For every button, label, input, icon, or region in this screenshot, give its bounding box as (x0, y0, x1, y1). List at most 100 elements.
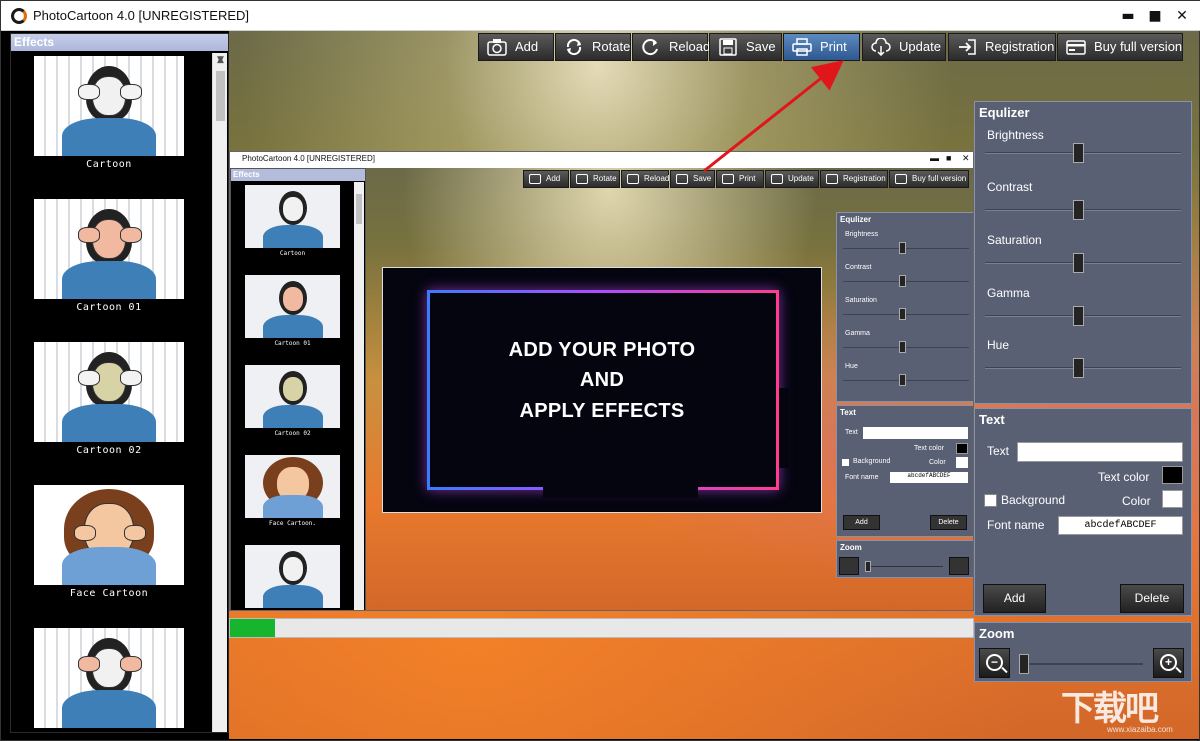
background-label: Background (1001, 493, 1066, 507)
effect-item-face-cartoon[interactable]: Face Cartoon (34, 485, 184, 599)
update-button[interactable]: Update (862, 33, 946, 61)
update-label: Update (899, 39, 941, 54)
registration-label: Registration (985, 39, 1055, 54)
effect-label: Cartoon 02 (76, 445, 142, 456)
print-button[interactable]: Print (783, 33, 860, 61)
save-button[interactable]: Save (709, 33, 782, 61)
rotate-icon (566, 38, 582, 56)
inner-minimize-icon: ▬ (930, 153, 939, 163)
app-window: PhotoCartoon 4.0 [UNREGISTERED] ▬ ■ ✕ Ef… (0, 0, 1200, 741)
credit-card-icon (1066, 40, 1086, 55)
effect-label: Cartoon (86, 159, 132, 170)
window-title: PhotoCartoon 4.0 [UNREGISTERED] (33, 8, 250, 23)
maximize-button[interactable]: ■ (1143, 6, 1167, 26)
background-color-swatch[interactable] (1162, 490, 1183, 508)
preview-image: ADD YOUR PHOTO AND APPLY EFFECTS (382, 267, 822, 513)
effect-thumbnail (34, 628, 184, 728)
add-button[interactable]: Add (478, 33, 554, 61)
text-input[interactable] (1017, 442, 1183, 462)
scroll-thumb[interactable] (216, 71, 225, 121)
contrast-label: Contrast (987, 180, 1033, 194)
text-field-label: Text (987, 444, 1010, 458)
font-name-field[interactable]: abcdefABCDEF (1058, 516, 1183, 535)
save-label: Save (746, 39, 776, 54)
hue-knob[interactable] (1073, 358, 1084, 378)
close-button[interactable]: ✕ (1170, 6, 1194, 26)
background-checkbox[interactable] (984, 494, 997, 507)
inner-thumb (245, 545, 340, 608)
reload-button[interactable]: Reload (632, 33, 710, 61)
inner-reload-button: Reload (621, 170, 669, 188)
watermark-url: www.xiazaiba.com (1107, 725, 1173, 734)
effect-label: Face Cartoon (69, 588, 149, 599)
gamma-label: Gamma (987, 286, 1030, 300)
text-panel-title: Text (979, 412, 1005, 427)
hue-label: Hue (987, 338, 1010, 352)
effect-thumbnail (34, 199, 184, 299)
effect-item-cartoon-02[interactable]: Cartoon 02 (34, 342, 184, 456)
contrast-knob[interactable] (1073, 200, 1084, 220)
gamma-knob[interactable] (1073, 306, 1084, 326)
effects-header: Effects (11, 34, 228, 51)
inner-close-icon: ✕ (962, 153, 970, 163)
brightness-knob[interactable] (1073, 143, 1084, 163)
zoom-out-button[interactable]: − (979, 648, 1010, 678)
effect-label: Cartoon 01 (76, 302, 142, 313)
delete-text-button[interactable]: Delete (1120, 584, 1184, 613)
embedded-screenshot: PhotoCartoon 4.0 [UNREGISTERED] ▬ ■ ✕ Ef… (229, 151, 974, 611)
reload-icon (642, 39, 658, 56)
inner-scrollbar (354, 182, 364, 610)
text-color-swatch[interactable] (1162, 466, 1183, 484)
inner-window-title: PhotoCartoon 4.0 [UNREGISTERED] (242, 154, 375, 163)
cloud-download-icon (871, 38, 891, 56)
preview-line-1: ADD YOUR PHOTO (508, 339, 696, 361)
sign-in-icon (959, 39, 976, 55)
buy-full-version-button[interactable]: Buy full version (1057, 33, 1183, 61)
buy-full-version-label: Buy full version (1094, 39, 1183, 54)
zoom-in-button[interactable]: + (1153, 648, 1184, 678)
inner-effect-label: Cartoon (279, 250, 306, 257)
zoom-panel: Zoom − + (974, 622, 1192, 682)
zoom-out-icon: − (986, 654, 1003, 671)
inner-thumb (245, 455, 340, 518)
effects-scrollbar[interactable]: ▲ ▼ (212, 53, 227, 732)
inner-maximize-icon: ■ (946, 153, 952, 163)
progress-fill (230, 619, 275, 637)
save-icon (719, 38, 737, 56)
saturation-knob[interactable] (1073, 253, 1084, 273)
effect-item-next[interactable] (34, 628, 184, 728)
zoom-knob[interactable] (1019, 654, 1029, 674)
inner-rotate-button: Rotate (570, 170, 620, 188)
app-logo-icon (11, 8, 27, 24)
effects-panel: Effects Cartoon Cartoon 01 Cartoon 02 Fa… (10, 33, 229, 733)
progress-bar (229, 618, 974, 638)
preview-line-2: AND (579, 369, 625, 391)
font-name-label: Font name (987, 518, 1045, 532)
color-label: Color (1122, 494, 1151, 508)
effect-item-cartoon-01[interactable]: Cartoon 01 (34, 199, 184, 313)
equalizer-panel: Equlizer Brightness Contrast Saturation … (974, 101, 1192, 404)
inner-print-button: Print (716, 170, 764, 188)
inner-thumb (245, 185, 340, 248)
effect-item-cartoon[interactable]: Cartoon (34, 56, 184, 170)
printer-icon (792, 38, 812, 56)
effect-thumbnail (34, 342, 184, 442)
inner-add-button: Add (523, 170, 569, 188)
rotate-label: Rotate (592, 39, 631, 54)
add-label: Add (515, 39, 539, 54)
add-text-button[interactable]: Add (983, 584, 1046, 613)
zoom-slider[interactable] (1019, 663, 1143, 665)
minimize-button[interactable]: ▬ (1116, 6, 1140, 26)
watermark-logo: 下载吧 www.xiazaiba.com (1061, 681, 1196, 737)
text-panel: Text Text Text color Background Color Fo… (974, 408, 1192, 616)
scroll-up-icon[interactable]: ▲ (213, 53, 228, 68)
inner-effects-panel: Effects Cartoon Cartoon 01 Cartoon 02 Fa… (230, 168, 366, 610)
text-color-label: Text color (1098, 470, 1150, 484)
rotate-button[interactable]: Rotate (555, 33, 631, 61)
saturation-label: Saturation (987, 233, 1042, 247)
scroll-down-icon[interactable]: ▼ (213, 53, 228, 68)
inner-effect-label: Cartoon 01 (274, 340, 311, 347)
inner-thumb (245, 365, 340, 428)
registration-button[interactable]: Registration (948, 33, 1056, 61)
brightness-label: Brightness (987, 128, 1044, 142)
